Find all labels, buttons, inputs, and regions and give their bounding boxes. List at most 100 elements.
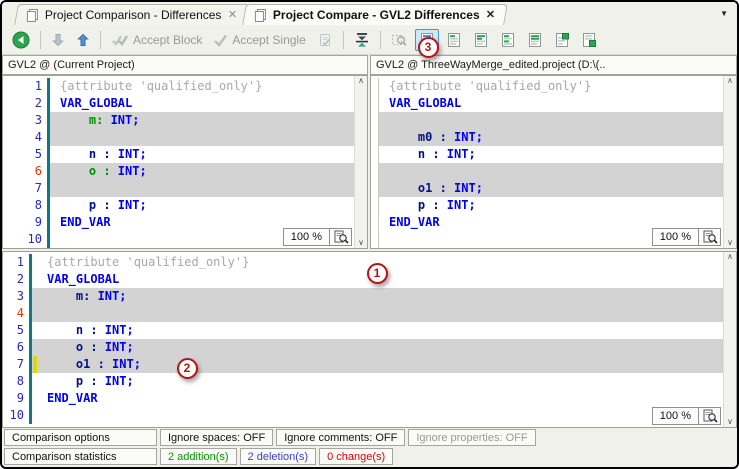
code-line[interactable]: 4 (3, 305, 723, 322)
back-button[interactable] (8, 28, 34, 52)
line-number: 9 (3, 390, 29, 407)
code-line[interactable]: 1{attribute 'qualified_only'} (3, 78, 354, 95)
code-line[interactable]: 3 m: INT; (3, 288, 723, 305)
tab-project-compare-gvl2-differences[interactable]: Project Compare - GVL2 Differences ✕ (242, 4, 508, 25)
zoom-button[interactable] (699, 228, 721, 246)
code-line[interactable]: 8 p : INT; (3, 197, 354, 214)
accept-single-label: Accept Single (232, 33, 305, 47)
left-editor-scrollbar[interactable]: ∧ ∨ (354, 76, 367, 248)
code-line[interactable]: 4 (3, 129, 354, 146)
line-number: 5 (3, 322, 29, 339)
scroll-down-icon[interactable]: ∨ (727, 418, 733, 426)
scroll-down-icon[interactable]: ∨ (358, 239, 364, 247)
zoom-button[interactable] (330, 228, 352, 246)
code-line[interactable]: 8 p : INT; (3, 373, 723, 390)
code-line[interactable] (371, 163, 723, 180)
next-difference-button[interactable] (47, 30, 69, 50)
code-line[interactable]: 5 n : INT; (3, 146, 354, 163)
preview-search-button[interactable] (387, 29, 412, 51)
document-icon (253, 8, 267, 22)
line-number: 2 (3, 95, 47, 112)
code-line[interactable]: 7 o1 : INT; (3, 356, 723, 373)
tab-project-comparison-differences[interactable]: Project Comparison - Differences ✕ (14, 4, 249, 25)
tab-list-dropdown-icon[interactable]: ▼ (720, 10, 728, 18)
annotation-circle-2: 2 (177, 358, 198, 379)
tab-close-icon[interactable]: ✕ (485, 10, 494, 21)
view-mode-additions-both-button[interactable] (469, 29, 493, 51)
pane-headers: GVL2 @ (Current Project) GVL2 @ ThreeWay… (2, 55, 737, 75)
scroll-up-icon[interactable]: ∧ (727, 77, 733, 85)
code-line[interactable]: 6 o : INT; (3, 339, 723, 356)
code-line[interactable]: m0 : INT; (371, 129, 723, 146)
view-mode-additions-left-button[interactable] (442, 29, 466, 51)
code-line[interactable]: 7 (3, 180, 354, 197)
code-line[interactable]: 2VAR_GLOBAL (3, 95, 354, 112)
code-line[interactable]: 2VAR_GLOBAL (3, 271, 723, 288)
view-mode-full-button[interactable] (523, 29, 547, 51)
toolbar-separator (40, 31, 41, 49)
gutter (371, 95, 379, 112)
line-number: 2 (3, 271, 29, 288)
code-line[interactable] (371, 112, 723, 129)
scroll-up-icon[interactable]: ∧ (727, 253, 733, 261)
code-line[interactable]: {attribute 'qualified_only'} (371, 78, 723, 95)
line-number: 4 (3, 129, 47, 146)
code-text: END_VAR (37, 390, 98, 407)
changes-count: 0 change(s) (319, 448, 393, 465)
code-line[interactable]: 9 END_VAR (3, 390, 723, 407)
code-line[interactable]: 5 n : INT; (3, 322, 723, 339)
align-differences-button[interactable] (350, 29, 374, 51)
scroll-down-icon[interactable]: ∨ (727, 239, 733, 247)
code-line[interactable]: 6 o : INT; (3, 163, 354, 180)
accept-single-button[interactable]: Accept Single (209, 30, 309, 50)
left-compare-editor[interactable]: ∧ ∨ 100 % 1{attribute 'q (2, 75, 368, 249)
compare-view-icon-2 (446, 32, 462, 48)
scroll-up-icon[interactable]: ∧ (358, 77, 364, 85)
tab-label: Project Comparison - Differences (45, 8, 222, 22)
zoom-level-value[interactable]: 100 % (652, 407, 699, 425)
gutter (371, 180, 379, 197)
ignore-properties-cell[interactable]: Ignore properties: OFF (408, 429, 535, 446)
code-line[interactable]: o1 : INT; (371, 180, 723, 197)
check-icon (213, 33, 228, 47)
code-line[interactable]: 10 (3, 407, 723, 424)
bottom-editor-scrollbar[interactable]: ∧ ∨ (723, 252, 736, 427)
document-check-icon (317, 32, 333, 48)
tab-close-icon[interactable]: ✕ (227, 10, 236, 21)
line-number: 6 (3, 339, 29, 356)
accept-document-button[interactable] (313, 29, 337, 51)
code-text (50, 129, 60, 146)
comparison-options-row: Comparison options Ignore spaces: OFF Ig… (2, 428, 737, 447)
code-line[interactable]: n : INT; (371, 146, 723, 163)
view-mode-overlay-top-button[interactable] (550, 29, 574, 51)
line-number: 3 (3, 112, 47, 129)
zoom-level-value[interactable]: 100 % (652, 228, 699, 246)
ignore-spaces-cell[interactable]: Ignore spaces: OFF (160, 429, 273, 446)
gutter (371, 78, 379, 95)
right-compare-editor[interactable]: ∧ ∨ 100 % {attribute 'qu (370, 75, 737, 249)
document-icon (25, 8, 39, 22)
line-number: 1 (3, 254, 29, 271)
arrow-up-icon (76, 33, 90, 47)
zoom-button[interactable] (699, 407, 721, 425)
previous-difference-button[interactable] (72, 30, 94, 50)
magnifier-document-icon (702, 409, 718, 423)
code-line[interactable]: p : INT; (371, 197, 723, 214)
line-number: 10 (3, 407, 29, 424)
comparison-options-label: Comparison options (4, 429, 157, 446)
code-text: p : INT; (379, 197, 476, 214)
code-line[interactable]: VAR_GLOBAL (371, 95, 723, 112)
code-text: {attribute 'qualified_only'} (37, 254, 249, 271)
ignore-comments-cell[interactable]: Ignore comments: OFF (276, 429, 405, 446)
annotation-circle-1: 1 (367, 263, 388, 284)
zoom-level-value[interactable]: 100 % (283, 228, 330, 246)
view-mode-overlay-bottom-button[interactable] (577, 29, 601, 51)
magnifier-dashed-icon (391, 32, 408, 48)
right-editor-scrollbar[interactable]: ∧ ∨ (723, 76, 736, 248)
code-line[interactable]: 3 m: INT; (3, 112, 354, 129)
code-text (379, 112, 389, 129)
accept-block-button[interactable]: Accept Block (107, 30, 206, 50)
code-line[interactable]: 1 {attribute 'qualified_only'} (3, 254, 723, 271)
view-mode-mixed-button[interactable] (496, 29, 520, 51)
code-text (379, 231, 389, 248)
